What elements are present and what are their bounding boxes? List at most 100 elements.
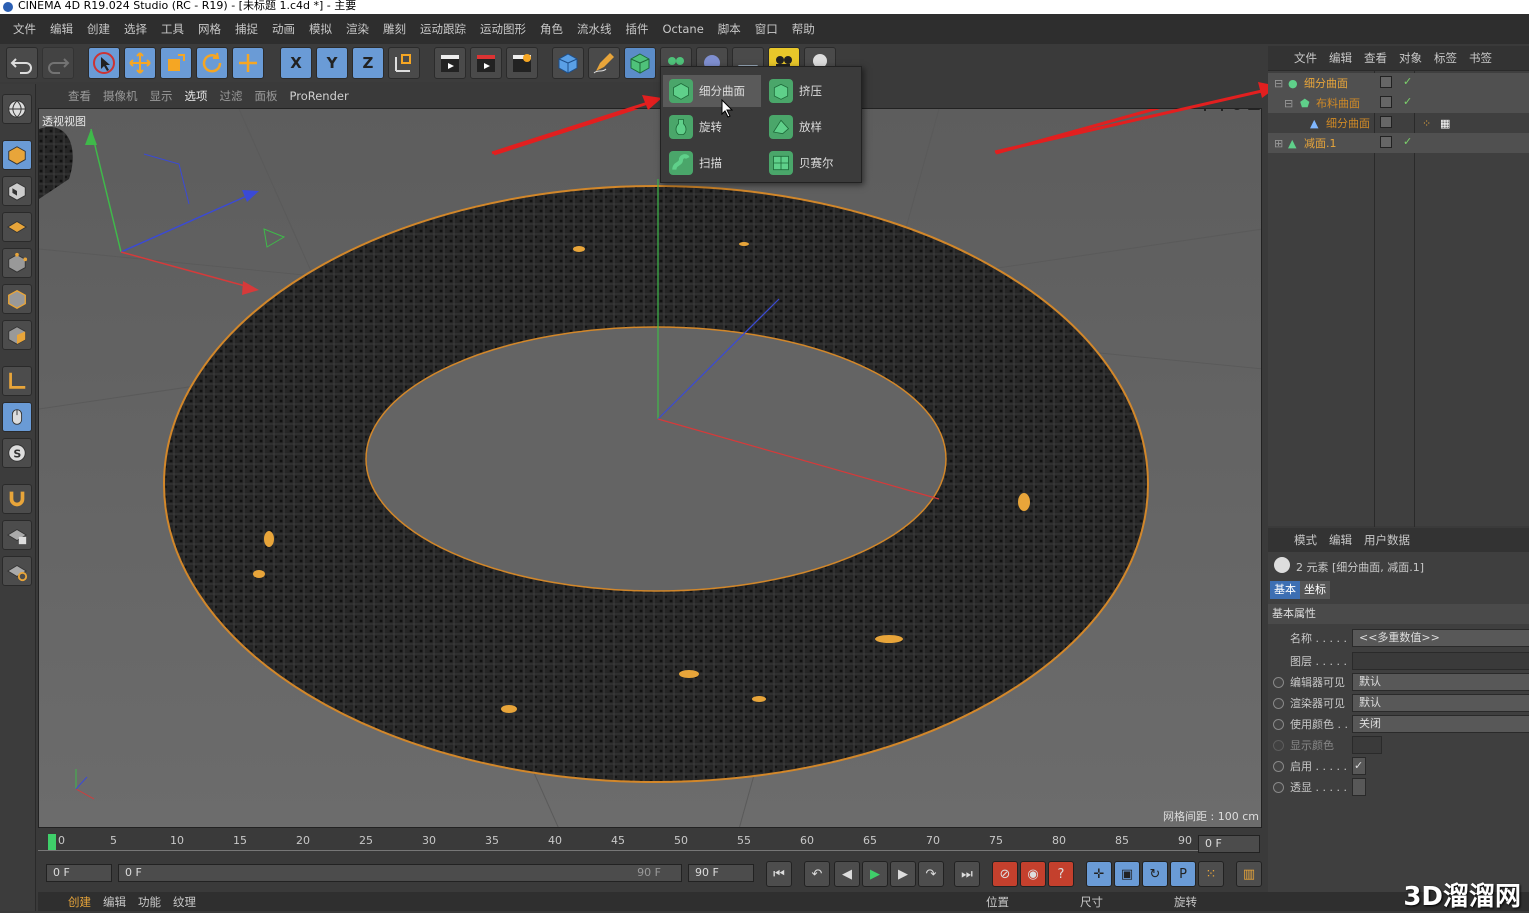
animation-radio[interactable] [1273,676,1284,688]
planar-workplane-button[interactable] [2,556,32,586]
om-menu-bookmarks[interactable]: 书签 [1463,50,1498,66]
play-button[interactable]: ▶ [862,861,888,887]
animation-radio[interactable] [1273,718,1284,730]
animation-radio[interactable] [1273,739,1284,751]
undo-button[interactable] [6,47,38,79]
snap-button[interactable]: S [2,438,32,468]
flyout-item-bezier[interactable]: 贝赛尔 [763,147,861,179]
om-menu-objects[interactable]: 对象 [1393,50,1428,66]
animation-radio[interactable] [1273,697,1284,709]
menu-window[interactable]: 窗口 [748,21,785,37]
mat-menu-create[interactable]: 创建 [62,894,97,910]
record-keys-button[interactable]: ⊘ [992,861,1018,887]
expand-toggle-icon[interactable]: ⊟ [1274,77,1283,90]
om-menu-file[interactable]: 文件 [1288,50,1323,66]
enabled-check-icon[interactable]: ✓ [1403,95,1412,108]
expand-toggle-icon[interactable]: ⊟ [1284,97,1293,110]
flyout-item-loft[interactable]: 放样 [763,111,861,143]
editor-visible-dropdown[interactable]: 默认 [1352,673,1529,691]
menu-octane[interactable]: Octane [656,22,711,36]
om-menu-view[interactable]: 查看 [1358,50,1393,66]
animation-radio[interactable] [1273,781,1284,793]
timeline-playhead[interactable] [48,834,56,850]
z-axis-lock-button[interactable]: Z [352,47,384,79]
model-mode-button[interactable] [2,140,32,170]
render-settings-button[interactable] [506,47,538,79]
points-mode-button[interactable] [2,248,32,278]
layer-box[interactable] [1380,76,1392,88]
axis-mode-button[interactable] [2,366,32,396]
enabled-check-icon[interactable]: ✓ [1403,75,1412,88]
timeline-window-button[interactable]: ▥ [1236,861,1262,887]
menu-select[interactable]: 选择 [117,21,154,37]
x-axis-lock-button[interactable]: X [280,47,312,79]
layer-box[interactable] [1380,116,1392,128]
menu-render[interactable]: 渲染 [339,21,376,37]
viewport-menu-panel[interactable]: 面板 [249,88,284,104]
viewport-menu-filter[interactable]: 过滤 [214,88,249,104]
object-row[interactable]: ⊞ ▲ 减面.1 ✓ [1268,133,1529,153]
menu-create[interactable]: 创建 [80,21,117,37]
make-editable-button[interactable] [2,94,32,124]
keyframe-selection-button[interactable]: ? [1048,861,1074,887]
coordinate-system-button[interactable] [388,47,420,79]
autokey-button[interactable]: ◉ [1020,861,1046,887]
mat-menu-edit[interactable]: 编辑 [97,894,132,910]
key-position-button[interactable]: ✛ [1086,861,1112,887]
menu-simulate[interactable]: 模拟 [302,21,339,37]
attr-menu-mode[interactable]: 模式 [1288,532,1323,548]
workplane-mode-button[interactable] [2,212,32,242]
menu-animate[interactable]: 动画 [265,21,302,37]
go-to-start-button[interactable]: ⏮ [766,861,792,887]
mat-menu-function[interactable]: 功能 [132,894,167,910]
flyout-item-extrude[interactable]: 挤压 [763,75,861,107]
name-field[interactable]: <<多重数值>> [1352,629,1529,647]
menu-sculpt[interactable]: 雕刻 [376,21,413,37]
key-pla-button[interactable]: ⁙ [1198,861,1224,887]
expand-toggle-icon[interactable]: ⊞ [1274,137,1283,150]
menu-tools[interactable]: 工具 [154,21,191,37]
next-key-button[interactable]: ↷ [918,861,944,887]
render-visible-dropdown[interactable]: 默认 [1352,694,1529,712]
tweak-mode-button[interactable] [2,402,32,432]
pen-spline-button[interactable] [588,47,620,79]
phong-tag-icon[interactable]: ⁘ [1422,117,1431,130]
attr-menu-edit[interactable]: 编辑 [1323,532,1358,548]
preview-range-slider[interactable]: 0 F 90 F [118,864,682,882]
perspective-viewport[interactable] [38,108,1262,828]
menu-script[interactable]: 脚本 [711,21,748,37]
layer-field[interactable] [1352,652,1529,670]
move-tool-button[interactable] [124,47,156,79]
xray-checkbox[interactable] [1352,778,1366,796]
object-row[interactable]: ▲ 细分曲面 ⁘ ▦ [1268,113,1529,133]
attr-menu-userdata[interactable]: 用户数据 [1358,532,1416,548]
redo-button[interactable] [42,47,74,79]
om-menu-edit[interactable]: 编辑 [1323,50,1358,66]
render-view-button[interactable] [434,47,466,79]
viewport-nav-icons[interactable] [1198,109,1260,111]
menu-edit[interactable]: 编辑 [43,21,80,37]
menu-motion-tracker[interactable]: 运动跟踪 [413,21,473,37]
layer-box[interactable] [1380,136,1392,148]
magnet-button[interactable] [2,484,32,514]
previous-frame-button[interactable]: ◀ [834,861,860,887]
key-rotation-button[interactable]: ↻ [1142,861,1168,887]
texture-mode-button[interactable] [2,176,32,206]
use-color-dropdown[interactable]: 关闭 [1352,715,1529,733]
key-scale-button[interactable]: ▣ [1114,861,1140,887]
viewport-menu-view[interactable]: 查看 [62,88,97,104]
layer-box[interactable] [1380,96,1392,108]
animation-radio[interactable] [1273,760,1284,772]
flyout-item-subdivision-surface[interactable]: 细分曲面 [663,75,761,107]
current-frame-field[interactable]: 0 F [1198,835,1260,853]
tab-coordinates[interactable]: 坐标 [1300,581,1330,599]
tab-basic[interactable]: 基本 [1270,581,1300,599]
menu-snap[interactable]: 捕捉 [228,21,265,37]
menu-pipeline[interactable]: 流水线 [570,21,619,37]
om-menu-tags[interactable]: 标签 [1428,50,1463,66]
menu-mograph[interactable]: 运动图形 [473,21,533,37]
scale-tool-button[interactable] [160,47,192,79]
start-frame-field[interactable]: 0 F [46,864,112,882]
polygons-mode-button[interactable] [2,320,32,350]
display-color-swatch[interactable] [1352,736,1382,754]
